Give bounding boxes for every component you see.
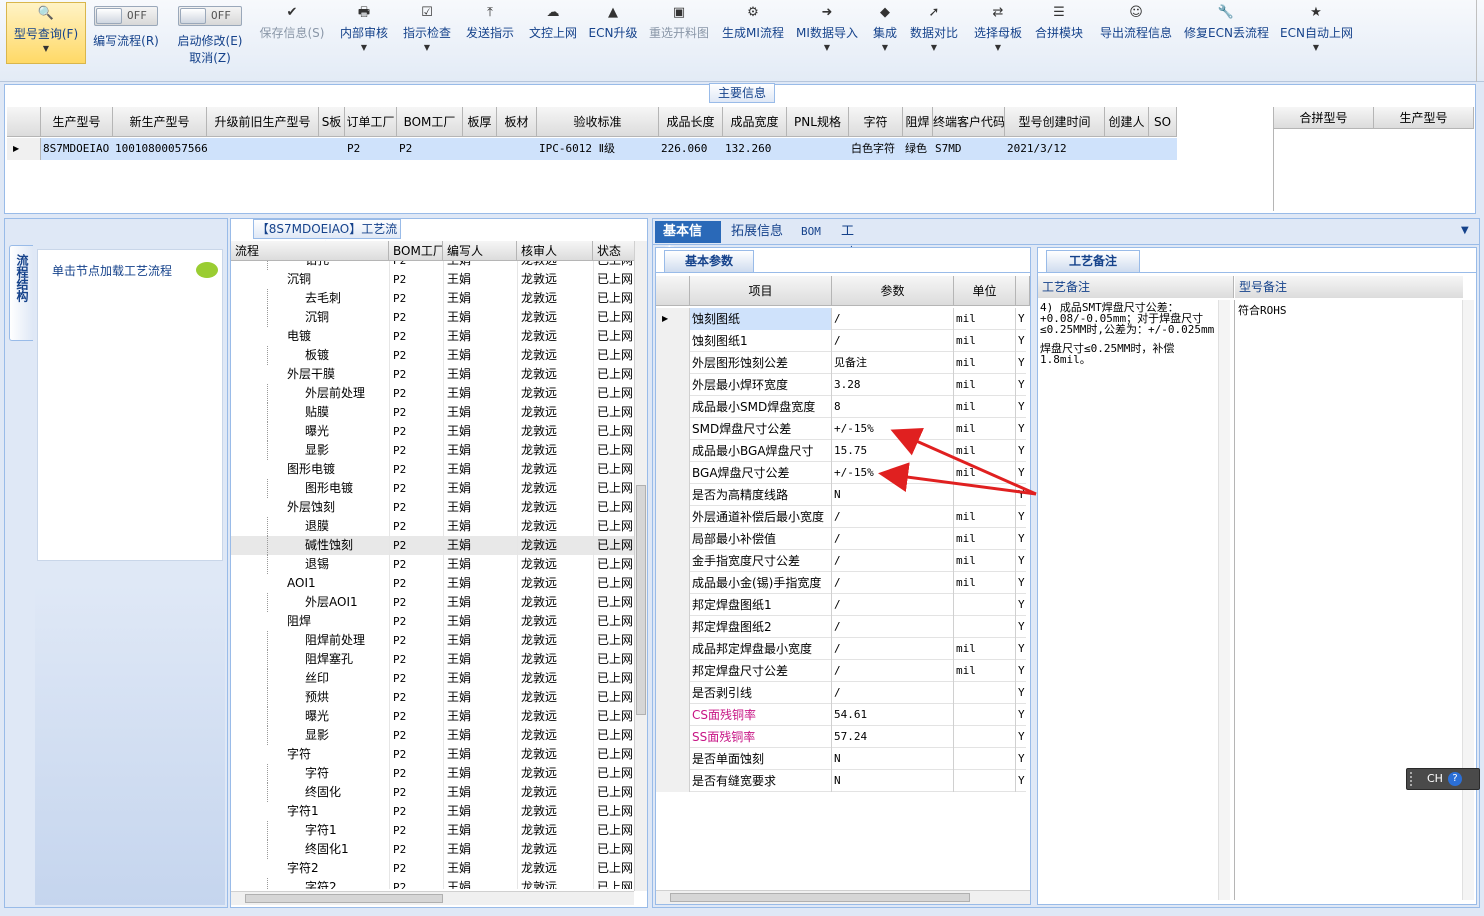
annotation-arrows: [878, 428, 1037, 496]
